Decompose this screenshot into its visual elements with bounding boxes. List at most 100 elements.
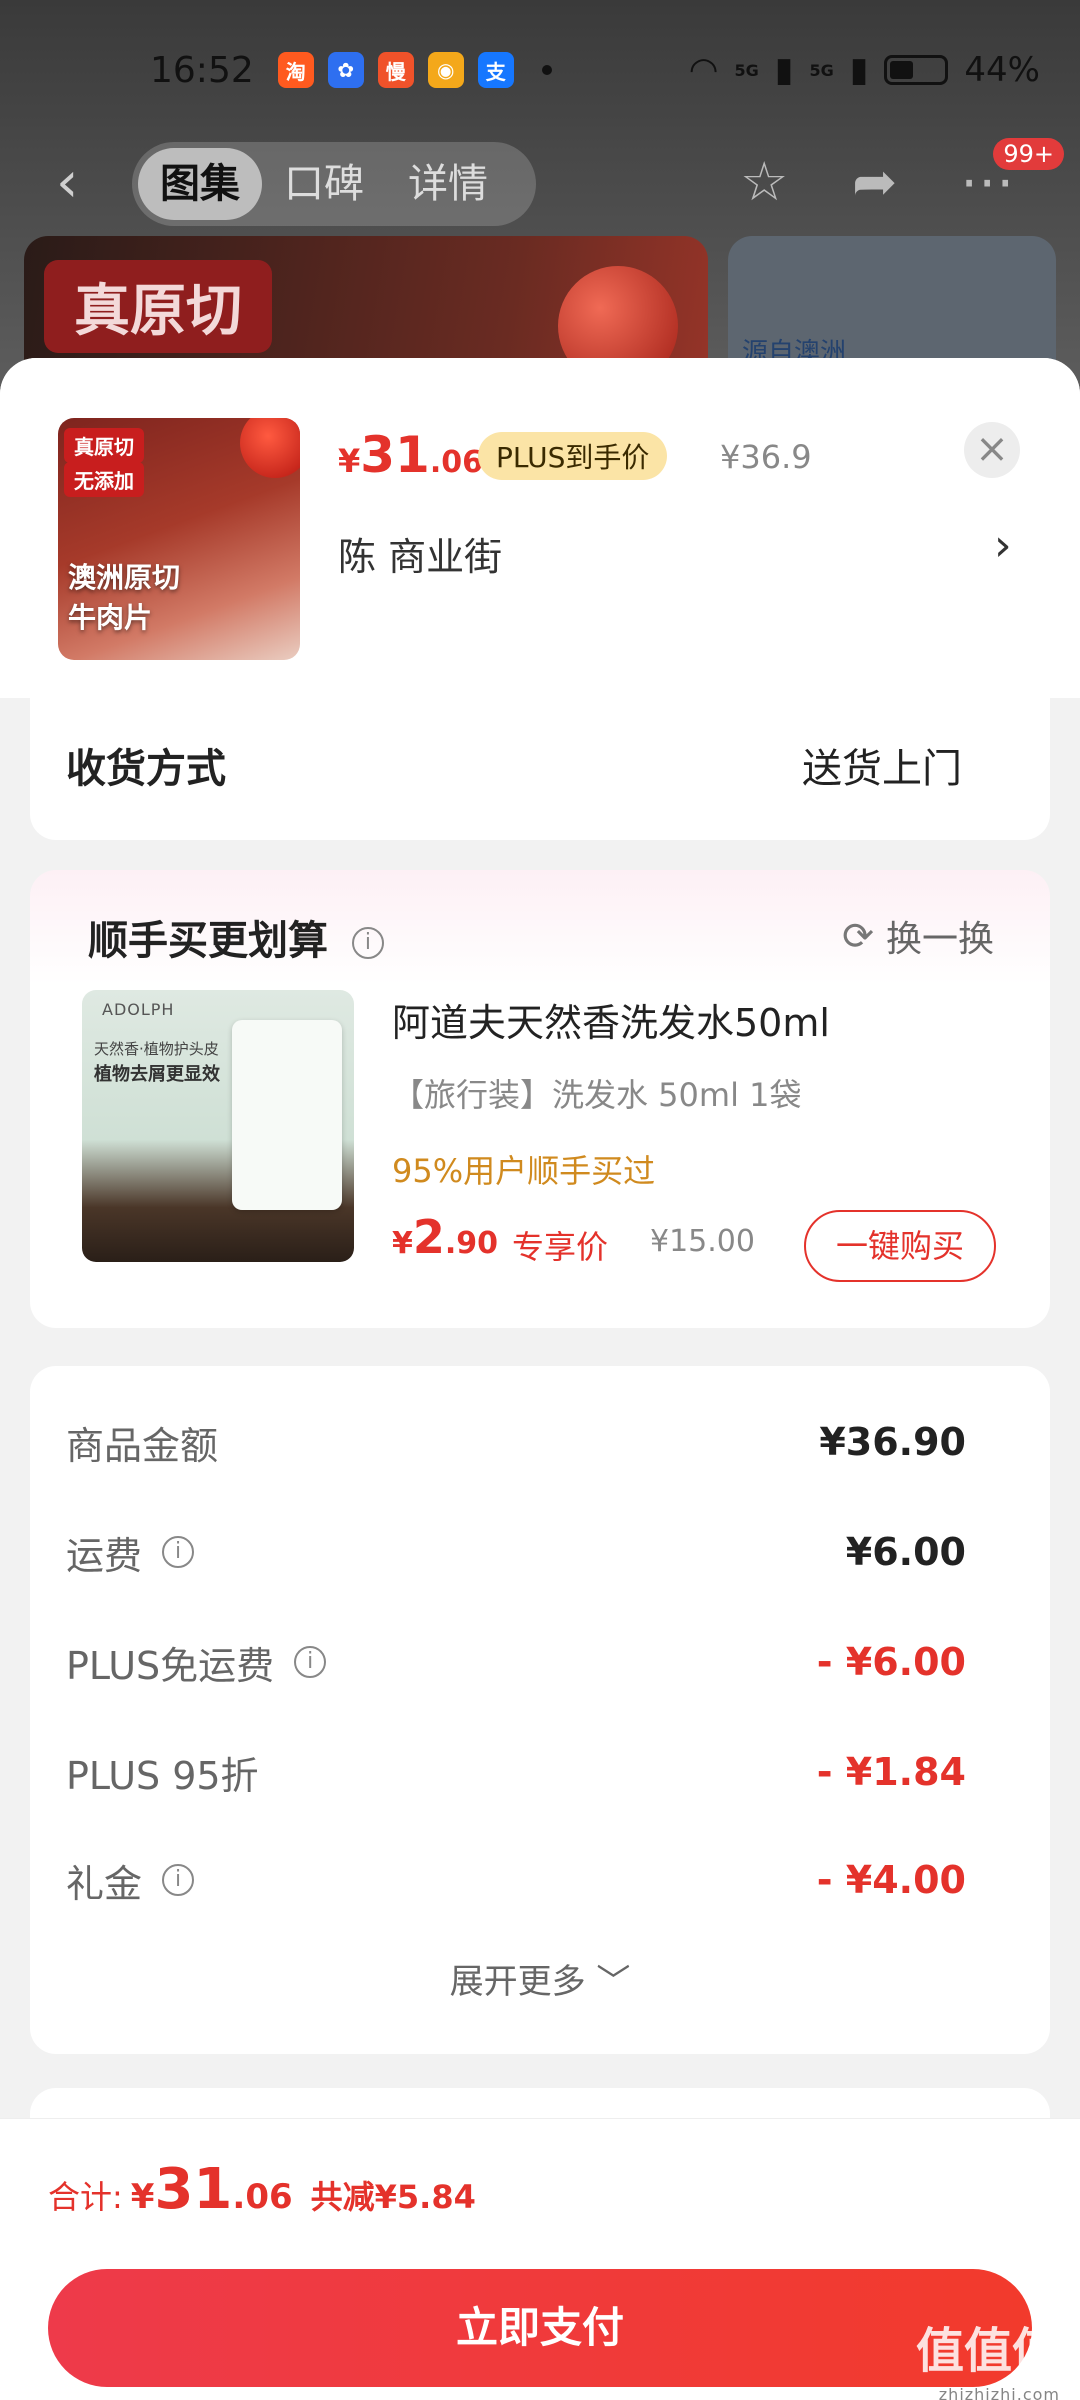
- addon-product-image[interactable]: ADOLPH 天然香·植物护头皮 植物去屑更显效: [82, 990, 354, 1262]
- battery-fill: [890, 61, 914, 79]
- share-icon[interactable]: ➦: [852, 150, 897, 213]
- nav-bar: ‹ 图集 口碑 详情 ☆ ➦ ⋯ 99+: [0, 138, 1080, 228]
- addon-title-text: 顺手买更划算: [88, 918, 328, 964]
- summary-value: ¥36.90: [819, 1420, 966, 1464]
- total-decimal: .06: [232, 2177, 293, 2217]
- addon-original-price: ¥15.00: [650, 1224, 755, 1259]
- price-decimal: .06: [429, 445, 484, 480]
- addon-price-decimal: .90: [444, 1226, 499, 1261]
- summary-label-text: PLUS 95折: [66, 1753, 259, 1798]
- chevron-down-icon: ﹀: [596, 1962, 631, 2002]
- summary-value: - ¥6.00: [816, 1640, 966, 1684]
- thumb-tag-no-additive: 无添加: [64, 462, 144, 497]
- summary-row-shipping-fee: 运费 i ¥6.00: [66, 1522, 966, 1582]
- total-saved: 共减¥5.84: [310, 2178, 476, 2216]
- battery-icon: [884, 55, 949, 85]
- info-icon[interactable]: i: [162, 1536, 195, 1568]
- refresh-button[interactable]: ⟳ 换一换: [842, 910, 994, 962]
- summary-label: 商品金额: [66, 1415, 218, 1470]
- signal-5g-icon: 5G: [734, 60, 759, 80]
- baidu-icon: ✿: [327, 52, 364, 88]
- product-header: 真原切 无添加 澳洲原切 牛肉片 ¥ 31 .06 PLUS到手价 ¥36.9 …: [0, 358, 1080, 698]
- info-icon[interactable]: i: [351, 927, 384, 959]
- favorite-star-icon[interactable]: ☆: [740, 150, 788, 213]
- summary-value: ¥6.00: [845, 1530, 966, 1574]
- info-icon[interactable]: i: [162, 1864, 195, 1896]
- message-badge: 99+: [993, 138, 1064, 170]
- addon-price-integer: 2: [412, 1210, 445, 1264]
- summary-label-text: 商品金额: [66, 1423, 219, 1468]
- status-bar: 16:52 淘 ✿ 慢 ◉ 支 ◠ 5G ▮ 5G ▮ 44%: [0, 0, 1080, 140]
- summary-label-text: 礼金: [66, 1861, 143, 1906]
- refresh-icon: ⟳: [842, 914, 874, 958]
- status-right: ◠ 5G ▮ 5G ▮ 44%: [689, 50, 1040, 90]
- expand-more-button[interactable]: 展开更多 ﹀: [30, 1954, 1050, 2003]
- addon-price-currency: ¥: [392, 1226, 413, 1261]
- nav-tabs: 图集 口碑 详情: [132, 142, 536, 226]
- alipay-icon: 支: [477, 52, 514, 88]
- bottom-pay-bar: 合计: ¥ 31 .06 共减¥5.84 立即支付 值值值 zhizhizhi.…: [0, 2118, 1080, 2400]
- summary-label-text: PLUS免运费: [66, 1643, 275, 1688]
- thumb-title: 澳洲原切 牛肉片: [68, 558, 180, 638]
- manhua-icon: 慢: [377, 52, 414, 88]
- refresh-label: 换一换: [885, 919, 994, 960]
- addon-price: ¥ 2 .90: [392, 1210, 498, 1264]
- checkout-sheet: 真原切 无添加 澳洲原切 牛肉片 ¥ 31 .06 PLUS到手价 ¥36.9 …: [0, 358, 1080, 2400]
- tab-details[interactable]: 详情: [386, 148, 510, 220]
- addon-purchase-stat: 95%用户顺手买过: [392, 1152, 656, 1190]
- tab-reviews[interactable]: 口碑: [262, 148, 386, 220]
- summary-label: 礼金 i: [66, 1853, 195, 1908]
- summary-value: - ¥1.84: [816, 1750, 966, 1794]
- original-price: ¥36.9: [720, 438, 812, 476]
- total-label: 合计:: [48, 2178, 123, 2216]
- notification-dot-icon: [541, 65, 552, 75]
- battery-percent: 44%: [964, 50, 1040, 90]
- tomato-graphic-small: [240, 418, 300, 478]
- signal-5g-icon-2: 5G: [809, 60, 834, 80]
- close-icon: ×: [975, 426, 1009, 472]
- one-click-buy-button[interactable]: 一键购买: [804, 1210, 996, 1282]
- watermark: 值值值 zhizhizhi.com: [915, 2323, 1060, 2400]
- total-integer: 31: [154, 2157, 233, 2222]
- weibo-icon: ◉: [427, 52, 464, 88]
- tab-gallery[interactable]: 图集: [138, 148, 262, 220]
- shipping-value: 送货上门: [802, 746, 962, 792]
- addon-exclusive-label: 专享价: [512, 1228, 609, 1266]
- summary-row-goods-amount: 商品金额 ¥36.90: [66, 1412, 966, 1472]
- seller-name[interactable]: 陈 商业街: [338, 526, 502, 581]
- shampoo-pack-graphic: [232, 1020, 342, 1210]
- wifi-icon: ◠: [688, 50, 719, 90]
- addon-product-name[interactable]: 阿道夫天然香洗发水50ml: [392, 992, 830, 1047]
- shipping-label: 收货方式: [66, 746, 226, 792]
- expand-more-label: 展开更多: [449, 1962, 586, 2002]
- background-page: 16:52 淘 ✿ 慢 ◉ 支 ◠ 5G ▮ 5G ▮ 44% ‹ 图集 口碑 …: [0, 0, 1080, 400]
- plus-price-badge: PLUS到手价: [478, 432, 668, 480]
- total-currency: ¥: [130, 2177, 155, 2217]
- signal-bars-icon-2: ▮: [849, 50, 869, 90]
- chevron-right-icon[interactable]: ›: [994, 520, 1012, 571]
- pay-now-button[interactable]: 立即支付: [48, 2269, 1032, 2387]
- thumb-title-line-1: 澳洲原切: [68, 561, 181, 594]
- summary-label: PLUS免运费 i: [66, 1635, 327, 1690]
- addon-title: 顺手买更划算 i: [88, 908, 384, 966]
- status-time: 16:52: [150, 49, 254, 91]
- info-icon[interactable]: i: [294, 1646, 327, 1678]
- product-price: ¥ 31 .06: [338, 426, 483, 484]
- summary-row-plus-discount: PLUS 95折 - ¥1.84: [66, 1742, 966, 1802]
- summary-label-text: 运费: [66, 1533, 143, 1578]
- total-amount: 合计: ¥ 31 .06 共减¥5.84: [48, 2157, 476, 2222]
- price-currency: ¥: [338, 442, 361, 480]
- back-arrow-icon[interactable]: ‹: [56, 155, 78, 211]
- summary-row-gift-money: 礼金 i - ¥4.00: [66, 1850, 966, 1910]
- addon-image-text-1: 天然香·植物护头皮: [94, 1040, 219, 1058]
- addon-recommendation-card: 顺手买更划算 i ⟳ 换一换 ADOLPH 天然香·植物护头皮 植物去屑更显效 …: [30, 870, 1050, 1328]
- shipping-method-row[interactable]: 收货方式 送货上门: [30, 688, 1050, 840]
- close-button[interactable]: ×: [964, 422, 1020, 478]
- thumb-tag-original-cut: 真原切: [64, 428, 144, 463]
- price-summary-card: 商品金额 ¥36.90 运费 i ¥6.00 PLUS免运费 i - ¥6.00 P…: [30, 1366, 1050, 2054]
- watermark-logo: 值值值: [915, 2323, 1060, 2379]
- summary-label: 运费 i: [66, 1525, 195, 1580]
- summary-label: PLUS 95折: [66, 1745, 259, 1800]
- taobao-icon: 淘: [277, 52, 314, 88]
- background-banner-tag: 真原切: [44, 260, 272, 353]
